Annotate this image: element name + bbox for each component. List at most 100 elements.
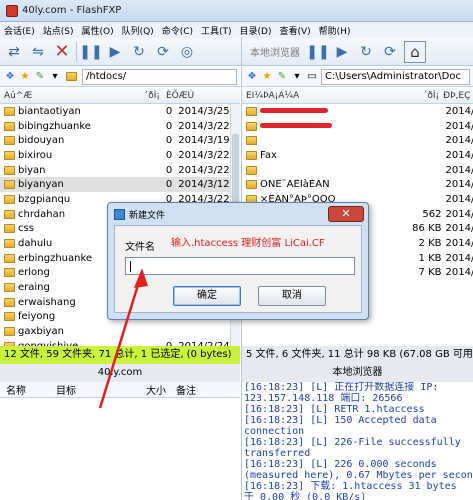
remote-file-row[interactable]: biyan 0 2014/3/22 [0, 163, 240, 178]
menu-view[interactable]: 查看(V) [279, 24, 310, 37]
local-file-row[interactable]: 2014/ [242, 119, 473, 134]
filename-label: 文件名 [125, 242, 155, 253]
menu-tools[interactable]: 工具(T) [201, 24, 232, 37]
sync-icon[interactable]: ↻ [356, 42, 376, 62]
column-name[interactable]: Âû^Æ [0, 91, 138, 101]
local-file-row[interactable]: 2014/ [242, 163, 473, 178]
folder-icon [4, 121, 15, 131]
log-line: [16:18:23] [L] 226 0.000 seconds [244, 459, 437, 470]
remote-file-row[interactable]: biantaotiyan 0 2014/3/25 [0, 104, 240, 119]
column-size[interactable]: ´ðÌ¡ [401, 91, 439, 101]
menu-help[interactable]: 帮助(H) [319, 24, 351, 37]
log-line: [16:18:23] [L] 226-File successfully [244, 437, 461, 448]
dropdown-arrow-icon[interactable]: ▾ [291, 71, 303, 82]
file-date: 2014/ [445, 135, 473, 147]
abort-icon[interactable]: ✕ [52, 42, 72, 62]
local-site-name: 本地浏览器 [332, 367, 383, 378]
cancel-button[interactable]: 取消 [258, 286, 326, 306]
ok-button[interactable]: 确定 [173, 286, 241, 306]
pause-icon[interactable]: ❚❚ [79, 42, 102, 62]
refresh-icon[interactable]: ⟳ [380, 42, 400, 62]
folder-icon [246, 150, 257, 160]
remote-path-input[interactable]: /htdocs/ [82, 68, 237, 85]
column-date[interactable]: ÈÕÆÚ [160, 91, 230, 101]
folder-icon [4, 209, 15, 219]
file-size: 86 KB [412, 223, 442, 235]
column-size[interactable]: ´ðÌ¡ [138, 91, 160, 101]
menu-bar: 会话(E) 站点(S) 属性(O) 队列(Q) 命令(C) 工具(T) 目录(D… [0, 22, 473, 38]
connect-icon[interactable]: ⇄ [4, 42, 24, 62]
menu-sites[interactable]: 站点(S) [43, 24, 74, 37]
queue-column-target[interactable]: 目标 [56, 382, 146, 397]
window-title: 40ly.com - FlashFXP [22, 5, 122, 16]
local-path-input[interactable]: C:\Users\Administrator\Doc [321, 68, 470, 85]
file-date: 2014/ [445, 267, 473, 279]
log-line: [16:18:23] 下载: 1.htaccess 31 bytes [244, 481, 457, 492]
sync-icon[interactable]: ↻ [129, 42, 149, 62]
file-size: 0 [165, 179, 173, 191]
folder-icon [246, 106, 257, 116]
favorites-icon[interactable]: ❖ [246, 71, 258, 82]
folder-icon [4, 136, 15, 146]
menu-session[interactable]: 会话(E) [4, 24, 35, 37]
dialog-close-button[interactable]: ✕ [328, 206, 364, 222]
file-date: 2014/ [445, 208, 473, 220]
file-size: 0 [165, 105, 173, 117]
bookmark-icon[interactable]: ✎ [34, 71, 46, 82]
queue-header: 名称 目标 大小 备注 [0, 382, 240, 398]
remote-file-row[interactable]: gongyishiye02014/2/24 [0, 339, 240, 346]
disconnect-icon[interactable]: ⇋ [28, 42, 48, 62]
file-date: 2014/ [445, 105, 473, 117]
local-status-text: 5 文件, 6 文件夹, 11 总计 98 KB (67.08 GB 可用) [246, 349, 473, 360]
column-date[interactable]: ÐÞ,ÊÇ [439, 91, 473, 101]
log-line: 123.157.148.118 端口: 26566 [244, 393, 403, 404]
remote-file-row[interactable]: gaxbiyan [0, 324, 240, 339]
remote-file-row[interactable]: biyanyan 0 2014/3/12 [0, 177, 240, 193]
file-size: 0 [165, 164, 173, 176]
favorites-icon[interactable]: ❖ [4, 71, 16, 82]
queue-column-note[interactable]: 备注 [176, 382, 216, 397]
remote-toolbar: ⇄ ⇋ ✕ ❚❚ ▶ ↻ ⟳ ◎ [0, 38, 241, 66]
pause-icon[interactable]: ❚❚ [306, 42, 329, 62]
file-date: 2014/ [445, 164, 473, 176]
star-icon[interactable]: ★ [19, 71, 31, 82]
remote-status-bar: 12 文件, 59 文件夹, 71 总计, 1 已选定, (0 bytes) 4… [0, 346, 240, 382]
folder-icon [4, 283, 15, 293]
log-line: [16:18:23] [L] RETR 1.htaccess [244, 404, 425, 415]
remote-file-row[interactable]: bidouyan 0 2014/3/19 [0, 133, 240, 148]
folder-icon [246, 136, 257, 146]
globe-icon[interactable]: ◎ [177, 42, 197, 62]
local-file-row[interactable]: 2014/ [242, 133, 473, 148]
remote-file-row[interactable]: bibingzhuanke 0 2014/3/22 [0, 119, 240, 134]
remote-file-row[interactable]: bixirou 0 2014/3/22 [0, 148, 240, 163]
local-file-row[interactable]: Fax 2014/ [242, 148, 473, 163]
folder-icon [4, 239, 15, 249]
filename-hint: 输入.htaccess 理财创富 LiCai.CF [171, 238, 325, 249]
toolbar-separator [76, 41, 77, 62]
refresh-icon[interactable]: ⟳ [153, 42, 173, 62]
file-name [260, 121, 407, 132]
menu-queue[interactable]: 队列(Q) [122, 24, 154, 37]
menu-commands[interactable]: 命令(C) [162, 24, 193, 37]
drive-icon: ▭ [307, 71, 317, 82]
queue-column-size[interactable]: 大小 [146, 382, 176, 397]
folder-icon [4, 312, 15, 322]
star-icon[interactable]: ★ [261, 71, 273, 82]
file-size: 0 [165, 135, 173, 147]
menu-directory[interactable]: 目录(D) [240, 24, 272, 37]
bookmark-icon[interactable]: ✎ [276, 71, 288, 82]
folder-icon [4, 106, 15, 116]
menu-options[interactable]: 属性(O) [81, 24, 113, 37]
remote-path-bar: ❖ ★ ✎ ▾ /htdocs/ [0, 67, 240, 87]
folder-icon [66, 72, 77, 81]
queue-column-name[interactable]: 名称 [0, 382, 56, 397]
local-file-row[interactable]: 2014/ [242, 104, 473, 119]
column-name[interactable]: ÉÎ¼ÞÃ¡Ã¼Ã [242, 91, 401, 101]
folder-icon [4, 327, 15, 337]
home-icon[interactable]: ⌂ [404, 40, 426, 63]
filename-input[interactable] [125, 257, 355, 275]
dropdown-arrow-icon[interactable]: ▾ [49, 71, 61, 82]
local-file-row[interactable]: ÕÑÉ¨ÃÊÍàÈÃÑ 2014/ [242, 177, 473, 192]
play-icon[interactable]: ▶ [332, 42, 352, 62]
play-icon[interactable]: ▶ [105, 42, 125, 62]
